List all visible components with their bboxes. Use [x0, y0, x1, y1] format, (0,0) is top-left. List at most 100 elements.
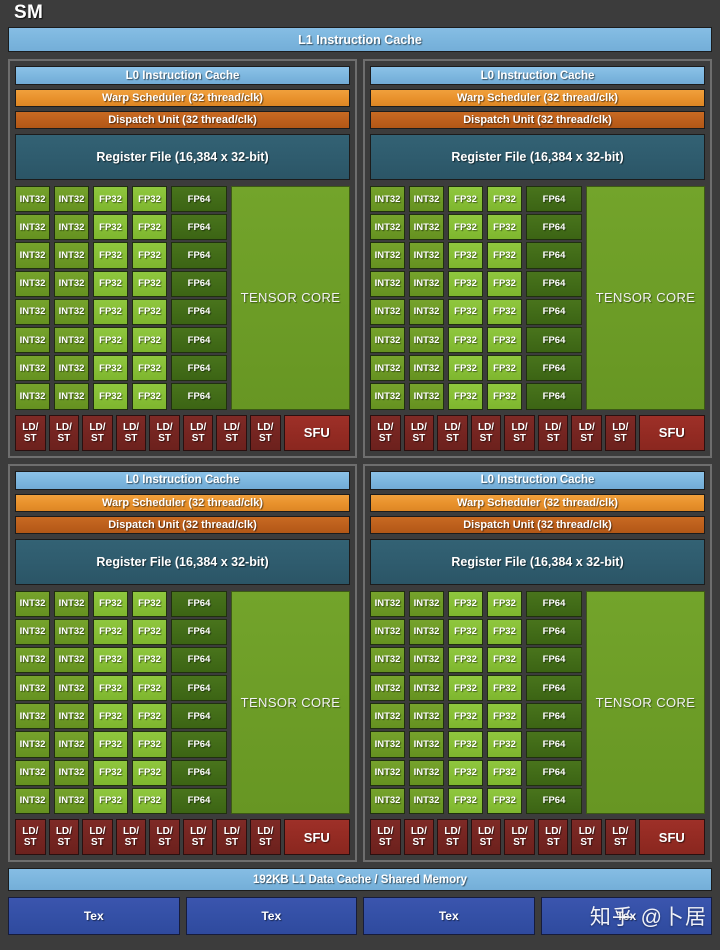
core-cell-int32: INT32 — [409, 298, 444, 325]
load-store-label-line2: ST — [191, 837, 205, 848]
load-store-label-line2: ST — [57, 432, 71, 444]
load-store-label-line2: ST — [513, 837, 526, 848]
core-cell-fp32: FP32 — [487, 787, 522, 814]
core-cell-int32: INT32 — [15, 703, 50, 730]
load-store-label-line1: LD/ — [444, 826, 461, 837]
core-cell-int32: INT32 — [54, 242, 89, 269]
core-cell-fp32: FP32 — [448, 214, 483, 241]
core-column-fp32: FP32 FP32 FP32 FP32 FP32 FP32 FP32 FP32 — [487, 590, 522, 814]
core-column-fp64: FP64 FP64 FP64 FP64 FP64 FP64 FP64 FP64 — [526, 186, 582, 410]
load-store-unit: LD/ST — [470, 414, 502, 451]
load-store-label-line2: ST — [546, 432, 560, 444]
tex-unit-row: Tex Tex Tex Tex 知乎 @卜居 — [8, 897, 712, 935]
load-store-unit: LD/ST — [437, 819, 468, 855]
core-cell-int32: INT32 — [15, 298, 50, 325]
load-store-label-line1: LD/ — [257, 421, 274, 433]
core-cell-fp32: FP32 — [487, 214, 522, 241]
load-store-row: LD/ST LD/ST LD/ST LD/ST LD/ST LD/ST LD/ST LD/ST… — [15, 819, 350, 855]
core-columns: INT32 INT32 INT32 INT32 INT32 INT32 INT32 INT32… — [15, 186, 227, 410]
warp-scheduler: Warp Scheduler (32 thread/clk) — [370, 493, 705, 512]
core-cell-int32: INT32 — [54, 214, 89, 241]
core-cell-fp32: FP32 — [93, 618, 128, 645]
core-cell-fp32: FP32 — [132, 383, 167, 410]
core-column-int32: INT32 INT32 INT32 INT32 INT32 INT32 INT32 INT32 — [409, 590, 444, 814]
core-cell-int32: INT32 — [409, 787, 444, 814]
core-cell-int32: INT32 — [15, 214, 50, 241]
load-store-unit: LD/ST — [537, 414, 569, 451]
core-cell-int32: INT32 — [409, 186, 444, 213]
core-cell-int32: INT32 — [370, 646, 405, 674]
core-cell-fp64: FP64 — [171, 214, 227, 241]
load-store-label-line1: LD/ — [156, 826, 173, 837]
core-cell-int32: INT32 — [54, 646, 89, 674]
load-store-unit: LD/ST — [48, 819, 80, 855]
core-cell-fp32: FP32 — [487, 383, 522, 410]
load-store-label-line2: ST — [580, 432, 594, 444]
load-store-label-line2: ST — [91, 432, 104, 444]
core-cell-fp32: FP32 — [487, 646, 522, 674]
load-store-label-line2: ST — [191, 432, 205, 444]
l0-instruction-cache: L0 Instruction Cache — [370, 66, 705, 85]
core-cell-fp32: FP32 — [132, 590, 167, 617]
core-cell-fp32: FP32 — [487, 186, 522, 213]
core-cell-fp32: FP32 — [448, 186, 483, 213]
watermark: 知乎 @卜居 — [589, 906, 707, 929]
core-cell-int32: INT32 — [15, 326, 50, 354]
tex-unit: Tex — [363, 897, 535, 935]
load-store-label-line2: ST — [613, 837, 627, 848]
core-cell-fp32: FP32 — [93, 355, 128, 382]
core-column-int32: INT32 INT32 INT32 INT32 INT32 INT32 INT32 INT32 — [15, 590, 50, 814]
tensor-core: TENSOR CORE — [231, 186, 350, 410]
core-cell-fp32: FP32 — [487, 759, 522, 786]
core-cell-fp32: FP32 — [132, 242, 167, 269]
core-column-fp32: FP32 FP32 FP32 FP32 FP32 FP32 FP32 FP32 — [132, 186, 167, 410]
core-cell-int32: INT32 — [370, 675, 405, 702]
load-store-label-line1: LD/ — [377, 826, 394, 837]
core-cell-fp32: FP32 — [448, 298, 483, 325]
core-column-int32: INT32 INT32 INT32 INT32 INT32 INT32 INT32 INT32 — [370, 186, 405, 410]
core-cell-fp32: FP32 — [93, 298, 128, 325]
core-cell-int32: INT32 — [370, 242, 405, 269]
core-cell-fp32: FP32 — [448, 787, 483, 814]
core-cell-fp32: FP32 — [487, 731, 522, 758]
core-cell-fp32: FP32 — [93, 186, 128, 213]
core-cell-int32: INT32 — [15, 186, 50, 213]
core-cell-fp32: FP32 — [487, 242, 522, 269]
register-file: Register File (16,384 x 32-bit) — [370, 538, 705, 585]
load-store-label-line2: ST — [513, 432, 526, 444]
core-cell-fp64: FP64 — [171, 731, 227, 758]
core-cell-int32: INT32 — [54, 186, 89, 213]
core-column-fp32: FP32 FP32 FP32 FP32 FP32 FP32 FP32 FP32 — [93, 186, 128, 410]
sm-title: SM — [14, 2, 44, 23]
core-column-int32: INT32 INT32 INT32 INT32 INT32 INT32 INT32 INT32 — [54, 186, 89, 410]
load-store-unit: LD/ST — [571, 414, 603, 451]
tensor-core: TENSOR CORE — [586, 590, 705, 814]
load-store-unit: LD/ST — [370, 819, 401, 855]
dispatch-unit: Dispatch Unit (32 thread/clk) — [370, 515, 705, 534]
load-store-label-line1: LD/ — [410, 421, 427, 433]
core-cell-fp64: FP64 — [526, 787, 582, 814]
l0-instruction-cache: L0 Instruction Cache — [15, 470, 350, 490]
core-columns: INT32 INT32 INT32 INT32 INT32 INT32 INT32 INT32… — [370, 186, 582, 410]
special-function-unit: SFU — [283, 819, 350, 855]
core-cell-fp32: FP32 — [487, 618, 522, 645]
core-cell-fp32: FP32 — [132, 186, 167, 213]
load-store-label-line1: LD/ — [55, 421, 72, 433]
core-cell-fp32: FP32 — [93, 270, 128, 297]
core-cell-fp32: FP32 — [132, 618, 167, 645]
core-cell-fp64: FP64 — [526, 675, 582, 702]
core-cell-fp32: FP32 — [132, 298, 167, 325]
core-cell-int32: INT32 — [370, 270, 405, 297]
core-cell-int32: INT32 — [409, 618, 444, 645]
load-store-label-line2: ST — [158, 837, 171, 848]
load-store-unit: LD/ST — [504, 819, 535, 855]
core-cell-fp32: FP32 — [132, 787, 167, 814]
core-cell-int32: INT32 — [54, 383, 89, 410]
load-store-label-line1: LD/ — [444, 421, 461, 433]
core-cell-fp64: FP64 — [526, 242, 582, 269]
dispatch-unit: Dispatch Unit (32 thread/clk) — [15, 515, 350, 534]
l0-instruction-cache: L0 Instruction Cache — [370, 470, 705, 490]
load-store-label-line1: LD/ — [511, 421, 528, 433]
load-store-label-line2: ST — [158, 432, 171, 444]
core-column-fp32: FP32 FP32 FP32 FP32 FP32 FP32 FP32 FP32 — [487, 186, 522, 410]
